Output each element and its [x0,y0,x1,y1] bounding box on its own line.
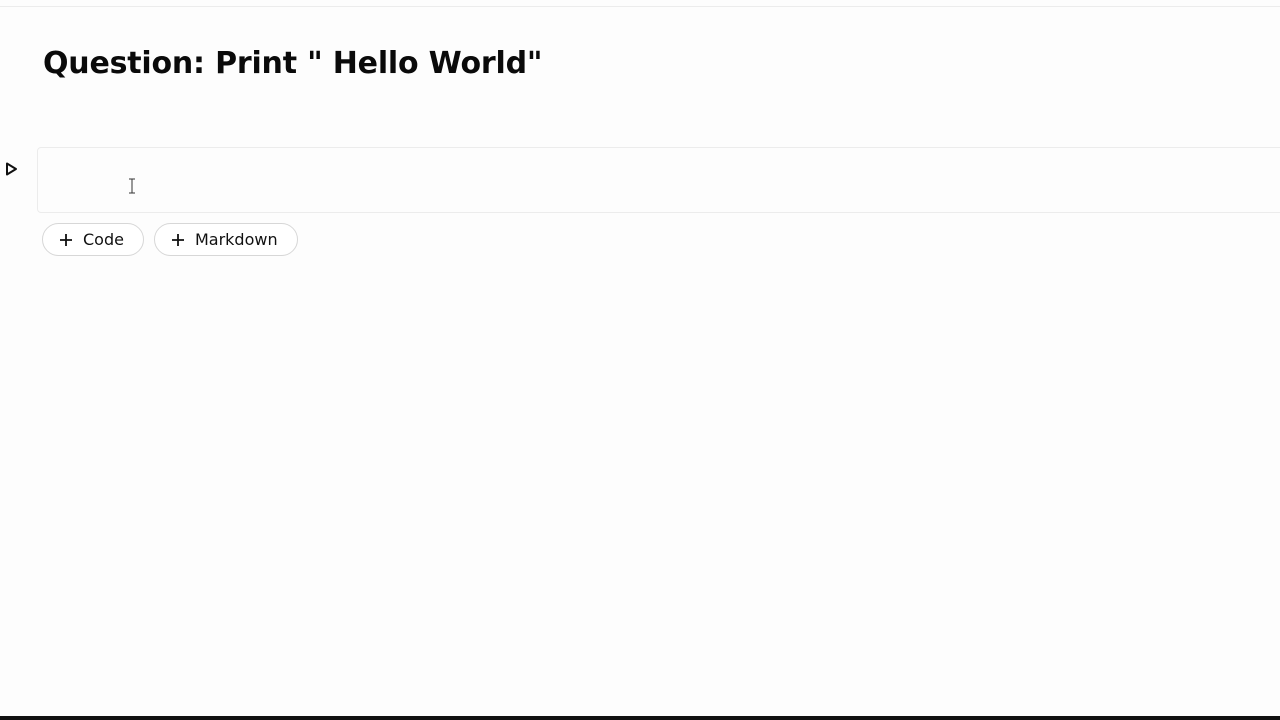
add-code-cell-button[interactable]: Code [42,223,144,256]
run-triangle-icon [6,162,17,176]
add-markdown-label: Markdown [194,230,278,249]
add-cell-bar: Code Markdown [42,223,298,256]
plus-icon [60,233,72,246]
code-editor[interactable] [38,148,1280,212]
run-cell-button[interactable] [0,158,22,180]
top-divider [0,6,1280,7]
text-cursor-icon [129,178,135,194]
plus-icon [171,233,184,246]
code-cell[interactable] [37,147,1280,213]
add-code-label: Code [83,230,124,249]
bottom-bar [0,716,1280,720]
markdown-heading: Question: Print " Hello World" [43,46,543,81]
add-markdown-cell-button[interactable]: Markdown [153,223,298,256]
